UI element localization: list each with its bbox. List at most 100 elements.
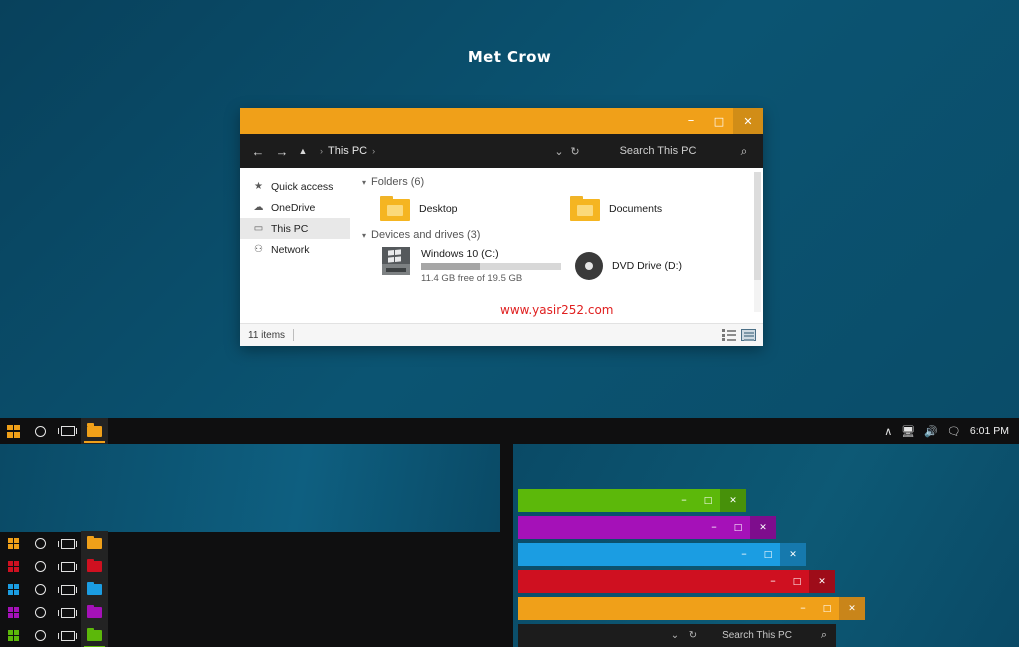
chevron-down-icon[interactable]: ⌄ (666, 630, 684, 641)
sidebar-item-network[interactable]: ⚇ Network (240, 239, 350, 260)
minimize-button[interactable]: – (702, 516, 726, 539)
minimize-button[interactable]: – (677, 108, 705, 134)
action-center-icon[interactable]: 🗨 (947, 425, 961, 438)
cortana-circle-icon (35, 425, 46, 437)
large-icons-view-icon[interactable] (741, 329, 756, 341)
back-icon[interactable]: ← (248, 140, 268, 162)
sidebar-label-onedrive: OneDrive (271, 201, 316, 214)
close-button[interactable]: ✕ (750, 516, 776, 539)
close-button[interactable]: ✕ (780, 543, 806, 566)
maximize-button[interactable]: □ (705, 108, 733, 134)
maximize-button[interactable]: □ (785, 570, 809, 593)
minimize-button[interactable]: – (672, 489, 696, 512)
group-header-folders[interactable]: ▾ Folders (6) (362, 176, 763, 188)
up-icon[interactable]: ▲ (296, 140, 310, 162)
volume-icon[interactable]: 🔊 (924, 425, 938, 438)
minimize-button[interactable]: – (761, 570, 785, 593)
sidebar-item-quick-access[interactable]: ★ Quick access (240, 176, 350, 197)
cortana-button[interactable] (27, 623, 54, 647)
minimize-button[interactable]: – (732, 543, 756, 566)
details-view-icon[interactable] (722, 329, 736, 341)
windows-logo-icon (8, 538, 19, 549)
page-title: Met Crow (467, 48, 552, 66)
breadcrumb-this-pc[interactable]: This PC (328, 145, 367, 157)
window-titlebar: – □ ✕ (240, 108, 763, 134)
file-explorer-window: – □ ✕ ← → ▲ › This PC › ⌄ ↻ Search This … (240, 108, 763, 346)
search-icon[interactable]: ⌕ (812, 629, 836, 642)
monitor-icon: ▭ (253, 223, 264, 234)
minimize-button[interactable]: – (791, 597, 815, 620)
item-label-dvd: DVD Drive (D:) (612, 259, 682, 272)
folders-row: Desktop Documents (380, 196, 763, 221)
close-button[interactable]: ✕ (733, 108, 763, 134)
vertical-scrollbar[interactable] (754, 172, 761, 312)
taskbar-variant-red (0, 553, 513, 580)
start-button[interactable] (0, 418, 27, 444)
sidebar-item-this-pc[interactable]: ▭ This PC (240, 218, 350, 239)
search-input[interactable]: Search This PC (702, 630, 812, 641)
close-button[interactable]: ✕ (839, 597, 865, 620)
status-bar: 11 items (240, 323, 763, 346)
cortana-circle-icon (35, 561, 46, 572)
chevron-up-icon[interactable]: ∧ (884, 425, 892, 438)
folder-icon (87, 535, 102, 549)
refresh-icon[interactable]: ↻ (567, 145, 583, 158)
folder-icon (87, 558, 102, 572)
cortana-circle-icon (35, 538, 46, 549)
maximize-button[interactable]: □ (815, 597, 839, 620)
start-button[interactable] (0, 623, 27, 647)
group-header-devices[interactable]: ▾ Devices and drives (3) (362, 229, 763, 241)
list-item-dvd-drive[interactable]: DVD Drive (D:) (575, 247, 682, 284)
network-icon: ⚇ (254, 244, 263, 255)
task-view-button[interactable] (54, 623, 81, 647)
taskbar-variant-green (0, 622, 513, 647)
close-button[interactable]: ✕ (809, 570, 835, 593)
window-body: ★ Quick access ☁ OneDrive ▭ This PC ⚇ Ne… (240, 168, 763, 323)
cloud-icon: ☁ (253, 202, 264, 213)
cortana-button[interactable] (27, 418, 54, 444)
taskbar-item-file-explorer[interactable] (81, 622, 108, 647)
drive-info: Windows 10 (C:) 11.4 GB free of 19.5 GB (421, 247, 575, 284)
watermark-text: www.yasir252.com (500, 303, 614, 317)
list-item-documents[interactable]: Documents (570, 196, 760, 221)
status-divider (293, 329, 295, 341)
item-label-desktop: Desktop (419, 202, 458, 215)
address-bar: ← → ▲ › This PC › ⌄ ↻ Search This PC ⌕ (240, 134, 763, 168)
network-icon[interactable]: 🖥 (901, 425, 915, 438)
maximize-button[interactable]: □ (696, 489, 720, 512)
folder-icon (87, 423, 102, 437)
sample-titlebar-red: – □ ✕ (518, 570, 835, 593)
list-item-windows-drive[interactable]: Windows 10 (C:) 11.4 GB free of 19.5 GB (380, 247, 575, 284)
list-item-desktop[interactable]: Desktop (380, 196, 570, 221)
sidebar-item-onedrive[interactable]: ☁ OneDrive (240, 197, 350, 218)
task-view-icon (58, 538, 78, 549)
chevron-down-icon: ▾ (362, 230, 367, 240)
disc-icon (575, 251, 603, 280)
showcase-panel-right: – □ ✕ – □ ✕ – □ ✕ – □ ✕ – □ ✕ ⌄ ↻ Search This PC ⌕ (513, 444, 1019, 647)
folder-icon (87, 581, 102, 595)
close-button[interactable]: ✕ (720, 489, 746, 512)
windows-logo-icon (8, 607, 19, 618)
maximize-button[interactable]: □ (756, 543, 780, 566)
search-input[interactable]: Search This PC (583, 145, 733, 157)
taskbar-item-file-explorer[interactable] (81, 418, 108, 444)
chevron-down-icon[interactable]: ⌄ (551, 145, 567, 158)
windows-logo-icon (8, 561, 19, 572)
sample-titlebar-green: – □ ✕ (518, 489, 746, 512)
breadcrumb[interactable]: › This PC › (320, 145, 375, 157)
drive-capacity-bar (421, 263, 561, 270)
task-view-icon (58, 584, 78, 595)
sidebar-label-network: Network (271, 243, 310, 256)
maximize-button[interactable]: □ (726, 516, 750, 539)
scrollbar-thumb[interactable] (754, 172, 761, 280)
view-mode-buttons (722, 329, 756, 341)
refresh-icon[interactable]: ↻ (684, 630, 702, 641)
folder-icon (87, 604, 102, 618)
search-icon[interactable]: ⌕ (733, 144, 755, 159)
clock[interactable]: 6:01 PM (970, 425, 1009, 437)
forward-icon[interactable]: → (272, 140, 292, 162)
hard-drive-icon (380, 247, 412, 275)
folder-icon (570, 196, 600, 221)
sample-address-bar: ⌄ ↻ Search This PC ⌕ (518, 624, 836, 647)
task-view-button[interactable] (54, 418, 81, 444)
